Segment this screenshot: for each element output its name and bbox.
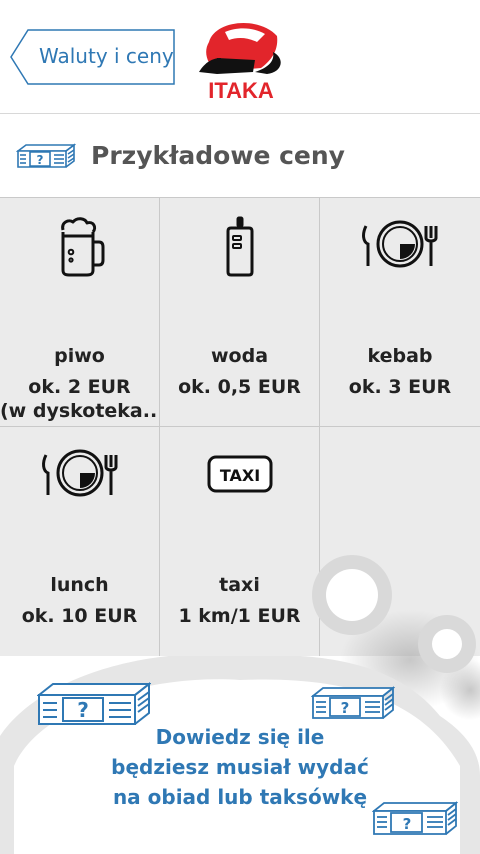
item-price: ok. 0,5 EUR xyxy=(160,375,319,399)
svg-text:?: ? xyxy=(77,698,89,722)
item-price-value: ok. 3 EUR xyxy=(348,376,452,398)
svg-text:TAXI: TAXI xyxy=(219,466,259,485)
price-item-woda[interactable]: woda ok. 0,5 EUR xyxy=(160,197,320,426)
promo-line: na obiad lub taksówkę xyxy=(112,785,368,809)
item-price-value: 1 km/1 EUR xyxy=(178,605,301,627)
section-header: ? Przykładowe ceny xyxy=(0,114,480,197)
svg-text:ITAKA: ITAKA xyxy=(208,78,274,102)
promo-line: będziesz musiał wydać xyxy=(111,755,369,779)
svg-text:?: ? xyxy=(341,699,350,717)
price-item-kebab[interactable]: kebab ok. 3 EUR xyxy=(320,197,480,426)
empty-cell xyxy=(320,426,480,656)
section-title: Przykładowe ceny xyxy=(91,141,345,170)
item-price: ok. 3 EUR xyxy=(320,375,480,399)
item-price-value: ok. 10 EUR xyxy=(21,605,138,627)
money-stack-icon: ? xyxy=(37,681,151,725)
price-item-taxi[interactable]: TAXI taxi 1 km/1 EUR xyxy=(160,426,320,656)
promo-line: Dowiedz się ile xyxy=(155,725,325,749)
promo-text[interactable]: Dowiedz się ile będziesz musiał wydać na… xyxy=(60,722,420,812)
item-name: lunch xyxy=(50,574,109,596)
itaka-logo: ITAKA xyxy=(195,12,287,103)
item-name: piwo xyxy=(54,345,105,367)
item-name: kebab xyxy=(367,345,433,367)
item-name: woda xyxy=(210,345,269,367)
item-price-value: ok. 2 EUR xyxy=(28,376,131,398)
plate-cutlery-icon xyxy=(0,445,159,509)
svg-text:?: ? xyxy=(37,153,44,167)
item-price: ok. 10 EUR xyxy=(0,604,159,628)
svg-text:?: ? xyxy=(403,815,412,833)
beer-mug-icon xyxy=(0,216,159,280)
item-price-value: ok. 0,5 EUR xyxy=(178,376,301,398)
taxi-sign-icon: TAXI xyxy=(160,445,319,509)
water-bottle-icon xyxy=(160,216,319,280)
item-name: taxi xyxy=(219,574,260,596)
item-price-note: (w dyskoteka... xyxy=(0,400,160,422)
price-item-piwo[interactable]: piwo ok. 2 EUR (w dyskoteka... xyxy=(0,197,160,426)
item-price: 1 km/1 EUR xyxy=(160,604,319,628)
plate-cutlery-icon xyxy=(320,216,480,280)
app-header: Waluty i ceny ITAKA xyxy=(0,0,480,113)
money-stack-icon: ? xyxy=(15,142,77,174)
price-grid: piwo ok. 2 EUR (w dyskoteka... woda ok. … xyxy=(0,197,480,656)
back-button[interactable]: Waluty i ceny xyxy=(10,29,175,85)
back-button-label: Waluty i ceny xyxy=(39,44,174,68)
price-item-lunch[interactable]: lunch ok. 10 EUR xyxy=(0,426,160,656)
item-price: ok. 2 EUR (w dyskoteka... xyxy=(0,375,159,423)
money-stack-icon: ? xyxy=(311,686,395,719)
